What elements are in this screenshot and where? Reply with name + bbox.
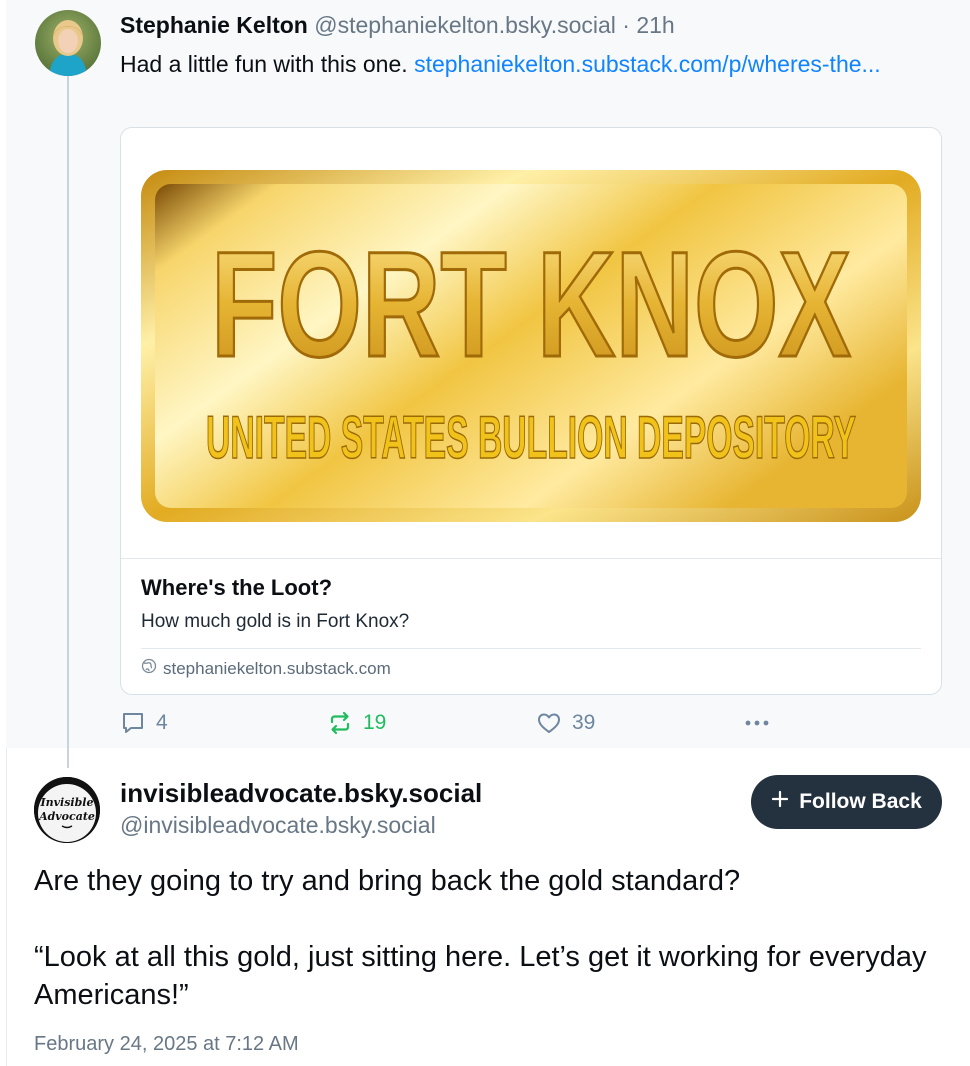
card-domain-row: stephaniekelton.substack.com xyxy=(141,658,391,680)
post-header: Stephanie Kelton @stephaniekelton.bsky.s… xyxy=(120,10,675,40)
reply-handle[interactable]: @invisibleadvocate.bsky.social xyxy=(120,810,436,840)
avatar-text-advocate: Advocate xyxy=(38,810,95,823)
card-divider xyxy=(141,648,921,649)
post-text-body: Had a little fun with this one. xyxy=(120,51,415,77)
like-count: 39 xyxy=(572,711,596,734)
link-preview-card[interactable]: FORT KNOX UNITED STATES BULLION DEPOSITO… xyxy=(120,127,942,695)
reply-display-name[interactable]: invisibleadvocate.bsky.social xyxy=(120,776,482,810)
avatar-text-invisible: Invisible xyxy=(40,796,94,809)
repost-count: 19 xyxy=(363,711,387,734)
globe-icon xyxy=(141,658,157,680)
card-domain: stephaniekelton.substack.com xyxy=(163,659,391,678)
post-time[interactable]: 21h xyxy=(636,12,674,38)
author-name[interactable]: Stephanie Kelton xyxy=(120,12,308,38)
reply-timestamp: February 24, 2025 at 7:12 AM xyxy=(34,1033,299,1055)
follow-back-label: Follow Back xyxy=(799,790,922,813)
link-preview-image: FORT KNOX UNITED STATES BULLION DEPOSITO… xyxy=(121,128,941,559)
more-icon xyxy=(742,710,772,736)
thread-connector-line xyxy=(67,76,69,768)
like-button[interactable]: 39 xyxy=(536,710,595,736)
post-text: Had a little fun with this one. stephani… xyxy=(120,48,930,80)
card-description: How much gold is in Fort Knox? xyxy=(141,611,410,632)
reply-button[interactable]: 4 xyxy=(120,710,168,736)
follow-back-button[interactable]: Follow Back xyxy=(751,775,942,829)
reply-author-avatar[interactable]: Invisible Advocate xyxy=(34,777,100,843)
author-avatar[interactable] xyxy=(35,10,101,76)
repost-button[interactable]: 19 xyxy=(327,710,386,736)
plus-icon xyxy=(771,790,789,814)
reply-body: Are they going to try and bring back the… xyxy=(34,862,934,1014)
fort-knox-heading: FORT KNOX xyxy=(211,220,851,388)
separator-dot: · xyxy=(615,12,637,38)
repost-icon xyxy=(327,710,353,736)
post-link[interactable]: stephaniekelton.substack.com/p/wheres-th… xyxy=(414,51,881,77)
more-options-button[interactable] xyxy=(742,710,772,736)
heart-icon xyxy=(536,710,562,736)
bullion-depository-subtitle: UNITED STATES BULLION DEPOSITORY xyxy=(206,404,856,471)
reply-count: 4 xyxy=(156,711,168,734)
reply-body-line-1: Are they going to try and bring back the… xyxy=(34,865,741,897)
reply-body-line-2: “Look at all this gold, just sitting her… xyxy=(34,941,927,1011)
card-title: Where's the Loot? xyxy=(141,575,333,600)
comment-icon xyxy=(120,710,146,736)
author-handle[interactable]: @stephaniekelton.bsky.social xyxy=(314,12,616,38)
post-actions: 4 19 39 xyxy=(0,710,964,742)
